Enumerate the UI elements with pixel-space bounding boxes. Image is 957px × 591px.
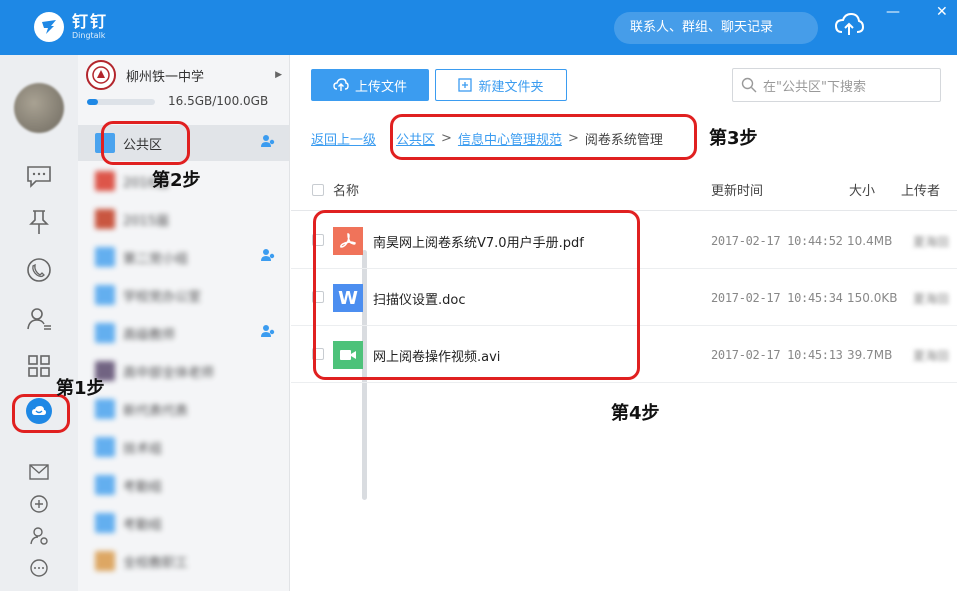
space-item[interactable]: 高级教师 <box>78 315 289 351</box>
dingtalk-logo-icon <box>34 12 64 42</box>
new-folder-icon <box>458 78 473 92</box>
apps-grid-icon[interactable] <box>25 352 53 380</box>
user-settings-icon[interactable] <box>25 522 53 550</box>
space-item[interactable]: 学校党办公室 <box>78 277 289 313</box>
shared-members-icon <box>260 324 276 342</box>
space-icon <box>95 399 115 419</box>
search-icon <box>741 77 757 93</box>
space-item-label: 技术组 <box>123 441 163 457</box>
new-folder-label: 新建文件夹 <box>478 79 544 95</box>
space-item-label: 新代表代表 <box>123 403 189 419</box>
pin-icon[interactable] <box>25 208 53 236</box>
space-item-label: 2015届 <box>123 213 170 229</box>
column-name[interactable]: 名称 <box>333 180 359 199</box>
space-item-label: 考勤组 <box>123 479 163 495</box>
minimize-button[interactable]: — <box>886 4 900 20</box>
column-size[interactable]: 大小 <box>849 180 875 199</box>
select-all-checkbox[interactable] <box>312 184 324 196</box>
column-uploader[interactable]: 上传者 <box>901 180 940 199</box>
space-icon <box>95 437 115 457</box>
storage-usage-text: 16.5GB/100.0GB <box>168 94 269 108</box>
add-icon[interactable] <box>25 490 53 518</box>
space-icon <box>95 171 115 191</box>
arrow-right-icon: ▶ <box>275 70 282 80</box>
space-icon <box>95 475 115 495</box>
file-uploader: 夏海田 <box>913 235 950 249</box>
space-item-label: 考勤组 <box>123 517 163 533</box>
org-name: 柳州铁一中学 <box>126 69 205 85</box>
space-icon <box>95 323 115 343</box>
column-time[interactable]: 更新时间 <box>711 180 763 199</box>
app-title: 钉钉 <box>72 12 109 31</box>
space-icon <box>95 247 115 267</box>
space-item[interactable]: 考勤组 <box>78 467 289 503</box>
app-logo: 钉钉 Dingtalk <box>34 12 108 42</box>
space-item[interactable]: 考勤组 <box>78 505 289 541</box>
space-icon <box>95 513 115 533</box>
space-item-label: 第二党小组 <box>123 251 189 267</box>
annotation-step3: 第3步 <box>709 128 758 149</box>
mail-icon[interactable] <box>25 458 53 486</box>
storage-usage-fill <box>87 99 99 105</box>
annotation-box-step3 <box>390 114 697 160</box>
upload-file-button[interactable]: 上传文件 <box>311 69 429 101</box>
back-link[interactable]: 返回上一级 <box>311 129 376 148</box>
app-subtitle: Dingtalk <box>72 31 106 40</box>
space-item[interactable]: 第二党小组 <box>78 239 289 275</box>
cloud-upload-icon[interactable] <box>834 12 865 42</box>
annotation-box-step2 <box>101 121 190 165</box>
annotation-step1: 第1步 <box>56 378 105 399</box>
folder-search-placeholder: 在"公共区"下搜索 <box>763 79 866 95</box>
space-icon <box>95 551 115 571</box>
file-time: 2017-02-17 10:44:52 <box>711 234 843 248</box>
space-item-label: 高级教师 <box>123 327 176 343</box>
space-icon <box>95 285 115 305</box>
file-uploader: 夏海田 <box>913 349 950 363</box>
space-icon <box>95 209 115 229</box>
global-search-input[interactable]: 联系人、群组、聊天记录 <box>614 12 818 44</box>
space-item[interactable]: 高中部全体老师 <box>78 353 289 389</box>
space-item[interactable]: 全校教职工 <box>78 543 289 579</box>
file-time: 2017-02-17 10:45:13 <box>711 348 843 362</box>
storage-usage-bar <box>87 99 155 105</box>
school-emblem-icon <box>86 60 116 90</box>
space-item[interactable]: 新代表代表 <box>78 391 289 427</box>
annotation-box-step4 <box>313 210 640 380</box>
avatar[interactable] <box>14 83 64 133</box>
file-time: 2017-02-17 10:45:34 <box>711 291 843 305</box>
file-size: 39.7MB <box>847 348 893 362</box>
left-nav <box>0 55 78 591</box>
upload-file-label: 上传文件 <box>354 79 407 95</box>
new-folder-button[interactable]: 新建文件夹 <box>435 69 567 101</box>
space-item[interactable]: 2015届 <box>78 201 289 237</box>
shared-members-icon <box>260 134 276 152</box>
file-uploader: 夏海田 <box>913 292 950 306</box>
space-item-label: 学校党办公室 <box>123 289 202 305</box>
annotation-step2: 第2步 <box>152 170 201 191</box>
contacts-icon[interactable] <box>25 305 53 333</box>
shared-members-icon <box>260 248 276 266</box>
folder-search-input[interactable]: 在"公共区"下搜索 <box>732 68 941 102</box>
close-button[interactable]: ✕ <box>936 4 948 20</box>
org-selector[interactable]: 柳州铁一中学 ▶ <box>86 60 286 90</box>
space-item-label: 全校教职工 <box>123 555 189 571</box>
space-item[interactable]: 技术组 <box>78 429 289 465</box>
title-bar: 钉钉 Dingtalk 联系人、群组、聊天记录 — ✕ <box>0 0 957 55</box>
space-item-label: 高中部全体老师 <box>123 365 215 381</box>
annotation-step4: 第4步 <box>611 403 660 424</box>
upload-icon <box>333 78 349 91</box>
file-size: 150.0KB <box>847 291 898 305</box>
more-icon[interactable] <box>25 554 53 582</box>
file-table-header: 名称 更新时间 大小 上传者 <box>291 171 957 211</box>
chat-icon[interactable] <box>25 162 53 190</box>
phone-icon[interactable] <box>25 256 53 284</box>
file-size: 10.4MB <box>847 234 893 248</box>
